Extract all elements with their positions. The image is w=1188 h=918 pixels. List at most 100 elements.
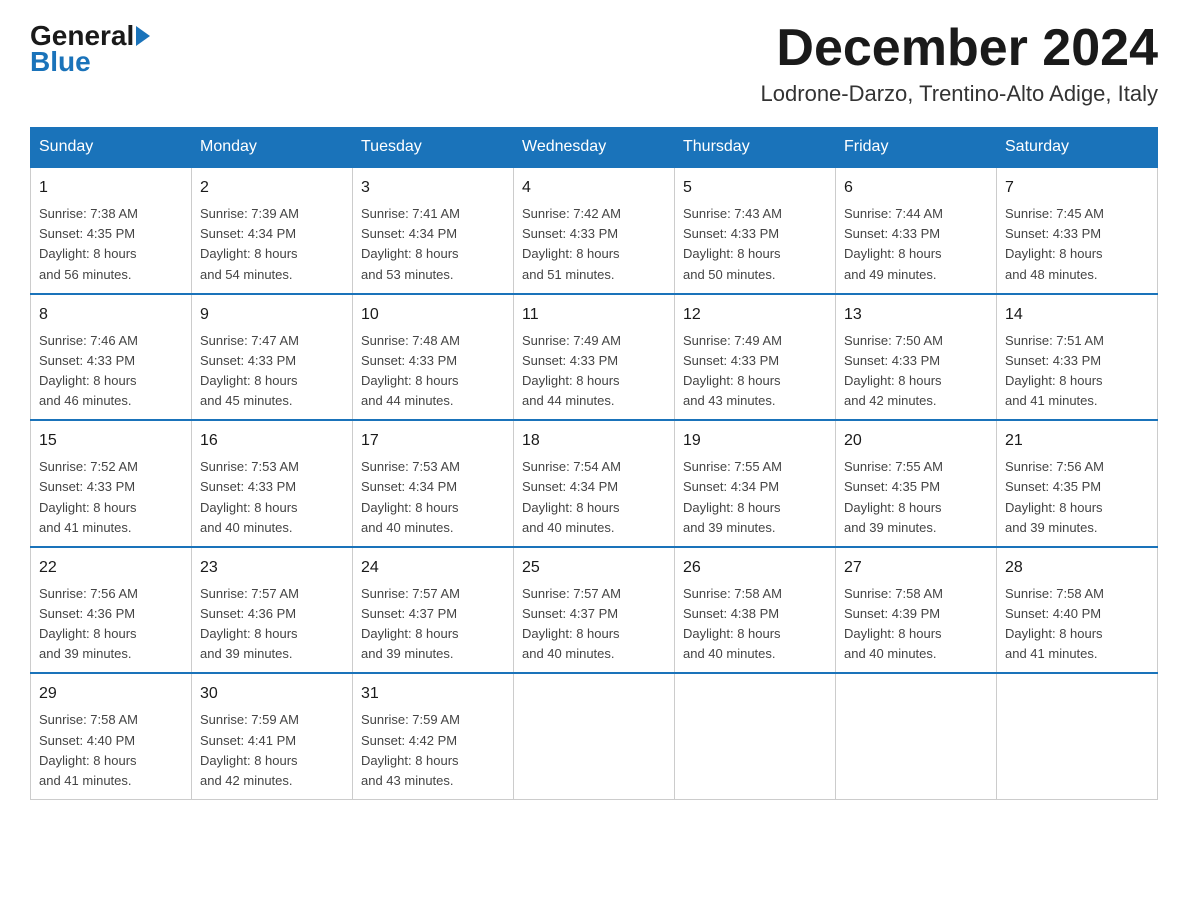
calendar-cell-30: 30Sunrise: 7:59 AMSunset: 4:41 PMDayligh… xyxy=(192,673,353,799)
calendar-cell-24: 24Sunrise: 7:57 AMSunset: 4:37 PMDayligh… xyxy=(353,547,514,674)
calendar-cell-9: 9 Sunrise: 7:47 AMSunset: 4:33 PMDaylight… xyxy=(192,294,353,421)
day-info: Sunrise: 7:38 AMSunset: 4:35 PMDaylight:… xyxy=(39,204,183,285)
header-friday: Friday xyxy=(836,128,997,168)
day-number: 10 xyxy=(361,303,505,327)
day-info: Sunrise: 7:56 AMSunset: 4:35 PMDaylight:… xyxy=(1005,457,1149,538)
day-number: 9 xyxy=(200,303,344,327)
day-info: Sunrise: 7:53 AMSunset: 4:34 PMDaylight:… xyxy=(361,457,505,538)
day-info: Sunrise: 7:45 AMSunset: 4:33 PMDaylight:… xyxy=(1005,204,1149,285)
day-number: 7 xyxy=(1005,176,1149,200)
month-title: December 2024 xyxy=(761,20,1158,77)
calendar-cell-23: 23Sunrise: 7:57 AMSunset: 4:36 PMDayligh… xyxy=(192,547,353,674)
calendar-cell-18: 18 Sunrise: 7:54 AMSunset: 4:34 PMDayligh… xyxy=(514,420,675,547)
header-thursday: Thursday xyxy=(675,128,836,168)
day-info: Sunrise: 7:54 AMSunset: 4:34 PMDaylight:… xyxy=(522,457,666,538)
day-number: 14 xyxy=(1005,303,1149,327)
day-info: Sunrise: 7:58 AMSunset: 4:40 PMDaylight:… xyxy=(39,710,183,791)
day-info: Sunrise: 7:51 AMSunset: 4:33 PMDaylight:… xyxy=(1005,331,1149,412)
calendar-cell-8: 8 Sunrise: 7:46 AMSunset: 4:33 PMDaylight… xyxy=(31,294,192,421)
calendar-header-row: SundayMondayTuesdayWednesdayThursdayFrid… xyxy=(31,128,1158,168)
day-number: 1 xyxy=(39,176,183,200)
day-info: Sunrise: 7:59 AMSunset: 4:42 PMDaylight:… xyxy=(361,710,505,791)
day-info: Sunrise: 7:42 AMSunset: 4:33 PMDaylight:… xyxy=(522,204,666,285)
day-info: Sunrise: 7:46 AMSunset: 4:33 PMDaylight:… xyxy=(39,331,183,412)
header: General Blue December 2024 Lodrone-Darzo… xyxy=(30,20,1158,107)
day-number: 19 xyxy=(683,429,827,453)
calendar-cell-empty xyxy=(675,673,836,799)
calendar-cell-20: 20 Sunrise: 7:55 AMSunset: 4:35 PMDayligh… xyxy=(836,420,997,547)
day-number: 20 xyxy=(844,429,988,453)
day-info: Sunrise: 7:39 AMSunset: 4:34 PMDaylight:… xyxy=(200,204,344,285)
day-info: Sunrise: 7:44 AMSunset: 4:33 PMDaylight:… xyxy=(844,204,988,285)
day-number: 29 xyxy=(39,682,183,706)
week-row-1: 1 Sunrise: 7:38 AMSunset: 4:35 PMDaylight… xyxy=(31,167,1158,294)
calendar-cell-16: 16Sunrise: 7:53 AMSunset: 4:33 PMDayligh… xyxy=(192,420,353,547)
calendar-cell-5: 5 Sunrise: 7:43 AMSunset: 4:33 PMDaylight… xyxy=(675,167,836,294)
calendar-cell-22: 22 Sunrise: 7:56 AMSunset: 4:36 PMDayligh… xyxy=(31,547,192,674)
title-area: December 2024 Lodrone-Darzo, Trentino-Al… xyxy=(761,20,1158,107)
day-info: Sunrise: 7:47 AMSunset: 4:33 PMDaylight:… xyxy=(200,331,344,412)
day-number: 8 xyxy=(39,303,183,327)
day-info: Sunrise: 7:56 AMSunset: 4:36 PMDaylight:… xyxy=(39,584,183,665)
logo: General Blue xyxy=(30,20,152,78)
calendar-cell-28: 28 Sunrise: 7:58 AMSunset: 4:40 PMDayligh… xyxy=(997,547,1158,674)
day-info: Sunrise: 7:52 AMSunset: 4:33 PMDaylight:… xyxy=(39,457,183,538)
day-number: 28 xyxy=(1005,556,1149,580)
day-number: 11 xyxy=(522,303,666,327)
day-number: 16 xyxy=(200,429,344,453)
day-number: 18 xyxy=(522,429,666,453)
day-info: Sunrise: 7:50 AMSunset: 4:33 PMDaylight:… xyxy=(844,331,988,412)
calendar-cell-1: 1 Sunrise: 7:38 AMSunset: 4:35 PMDaylight… xyxy=(31,167,192,294)
calendar-cell-empty xyxy=(836,673,997,799)
day-number: 22 xyxy=(39,556,183,580)
day-info: Sunrise: 7:58 AMSunset: 4:39 PMDaylight:… xyxy=(844,584,988,665)
calendar-cell-14: 14 Sunrise: 7:51 AMSunset: 4:33 PMDayligh… xyxy=(997,294,1158,421)
day-info: Sunrise: 7:55 AMSunset: 4:35 PMDaylight:… xyxy=(844,457,988,538)
calendar-cell-3: 3 Sunrise: 7:41 AMSunset: 4:34 PMDaylight… xyxy=(353,167,514,294)
calendar-cell-6: 6 Sunrise: 7:44 AMSunset: 4:33 PMDaylight… xyxy=(836,167,997,294)
day-info: Sunrise: 7:55 AMSunset: 4:34 PMDaylight:… xyxy=(683,457,827,538)
logo-arrow-icon xyxy=(136,26,150,46)
logo-blue-text: Blue xyxy=(30,46,91,78)
week-row-5: 29 Sunrise: 7:58 AMSunset: 4:40 PMDayligh… xyxy=(31,673,1158,799)
header-wednesday: Wednesday xyxy=(514,128,675,168)
calendar-cell-27: 27 Sunrise: 7:58 AMSunset: 4:39 PMDayligh… xyxy=(836,547,997,674)
day-number: 25 xyxy=(522,556,666,580)
day-number: 2 xyxy=(200,176,344,200)
calendar-cell-17: 17 Sunrise: 7:53 AMSunset: 4:34 PMDayligh… xyxy=(353,420,514,547)
calendar-cell-empty xyxy=(514,673,675,799)
day-number: 12 xyxy=(683,303,827,327)
day-number: 6 xyxy=(844,176,988,200)
day-info: Sunrise: 7:49 AMSunset: 4:33 PMDaylight:… xyxy=(683,331,827,412)
day-info: Sunrise: 7:49 AMSunset: 4:33 PMDaylight:… xyxy=(522,331,666,412)
day-info: Sunrise: 7:58 AMSunset: 4:40 PMDaylight:… xyxy=(1005,584,1149,665)
day-number: 21 xyxy=(1005,429,1149,453)
day-number: 27 xyxy=(844,556,988,580)
day-number: 3 xyxy=(361,176,505,200)
day-info: Sunrise: 7:57 AMSunset: 4:37 PMDaylight:… xyxy=(361,584,505,665)
day-number: 31 xyxy=(361,682,505,706)
calendar-cell-11: 11 Sunrise: 7:49 AMSunset: 4:33 PMDayligh… xyxy=(514,294,675,421)
calendar-cell-10: 10 Sunrise: 7:48 AMSunset: 4:33 PMDayligh… xyxy=(353,294,514,421)
calendar-cell-7: 7 Sunrise: 7:45 AMSunset: 4:33 PMDaylight… xyxy=(997,167,1158,294)
day-info: Sunrise: 7:43 AMSunset: 4:33 PMDaylight:… xyxy=(683,204,827,285)
day-number: 30 xyxy=(200,682,344,706)
day-number: 17 xyxy=(361,429,505,453)
calendar-cell-29: 29 Sunrise: 7:58 AMSunset: 4:40 PMDayligh… xyxy=(31,673,192,799)
day-info: Sunrise: 7:48 AMSunset: 4:33 PMDaylight:… xyxy=(361,331,505,412)
calendar-cell-19: 19 Sunrise: 7:55 AMSunset: 4:34 PMDayligh… xyxy=(675,420,836,547)
calendar-cell-4: 4 Sunrise: 7:42 AMSunset: 4:33 PMDaylight… xyxy=(514,167,675,294)
header-monday: Monday xyxy=(192,128,353,168)
day-info: Sunrise: 7:41 AMSunset: 4:34 PMDaylight:… xyxy=(361,204,505,285)
day-info: Sunrise: 7:57 AMSunset: 4:37 PMDaylight:… xyxy=(522,584,666,665)
day-number: 15 xyxy=(39,429,183,453)
day-number: 5 xyxy=(683,176,827,200)
calendar-cell-21: 21 Sunrise: 7:56 AMSunset: 4:35 PMDayligh… xyxy=(997,420,1158,547)
week-row-2: 8 Sunrise: 7:46 AMSunset: 4:33 PMDaylight… xyxy=(31,294,1158,421)
calendar-cell-2: 2 Sunrise: 7:39 AMSunset: 4:34 PMDaylight… xyxy=(192,167,353,294)
header-tuesday: Tuesday xyxy=(353,128,514,168)
day-number: 23 xyxy=(200,556,344,580)
day-number: 4 xyxy=(522,176,666,200)
calendar-cell-12: 12 Sunrise: 7:49 AMSunset: 4:33 PMDayligh… xyxy=(675,294,836,421)
calendar-cell-25: 25 Sunrise: 7:57 AMSunset: 4:37 PMDayligh… xyxy=(514,547,675,674)
